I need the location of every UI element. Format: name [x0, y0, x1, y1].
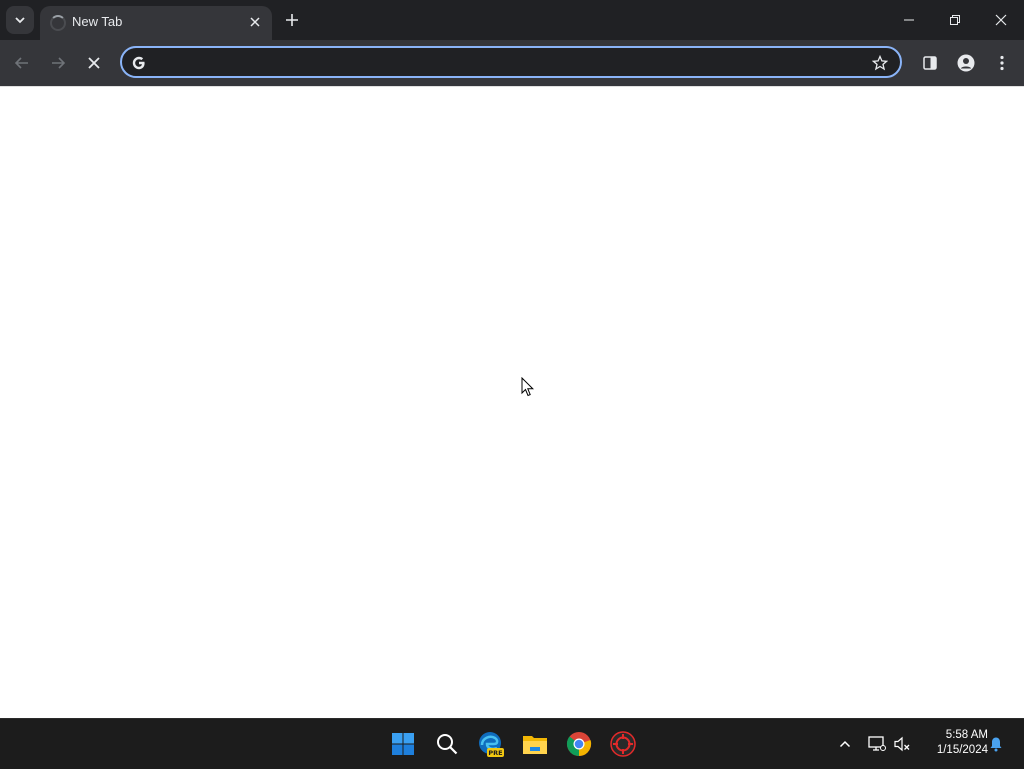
stop-loading-button[interactable]	[78, 47, 110, 79]
taskbar: PRE 5:58 AM 1/15/2024	[0, 718, 1024, 769]
mouse-cursor-icon	[521, 377, 535, 397]
side-panel-button[interactable]	[914, 47, 946, 79]
bell-icon	[990, 737, 1002, 752]
restore-button[interactable]	[932, 0, 978, 40]
notifications-button[interactable]	[985, 733, 1007, 755]
app-icon	[610, 731, 636, 757]
close-window-button[interactable]	[978, 0, 1024, 40]
close-tab-button[interactable]	[246, 13, 264, 31]
bookmark-button[interactable]	[870, 53, 890, 73]
windows-logo-icon	[392, 733, 414, 755]
volume-muted-icon	[894, 736, 910, 752]
stop-x-icon	[88, 57, 100, 69]
tab-strip: New Tab	[0, 0, 1024, 40]
chevron-up-icon	[839, 740, 851, 748]
forward-button[interactable]	[42, 47, 74, 79]
kebab-menu-icon	[1000, 55, 1004, 71]
tab-new-tab[interactable]: New Tab	[40, 6, 272, 40]
edge-preview-icon: PRE	[479, 732, 504, 757]
chrome-menu-button[interactable]	[986, 47, 1018, 79]
back-button[interactable]	[6, 47, 38, 79]
network-icon	[868, 736, 886, 751]
system-clock[interactable]: 5:58 AM 1/15/2024	[918, 728, 988, 758]
chrome-icon	[566, 732, 592, 756]
red-app[interactable]	[607, 728, 639, 760]
chevron-down-icon	[15, 17, 25, 24]
minimize-button[interactable]	[886, 0, 932, 40]
close-icon	[995, 14, 1007, 26]
chrome-app[interactable]	[563, 728, 595, 760]
taskbar-search-button[interactable]	[431, 728, 463, 760]
edge-preview-badge: PRE	[488, 749, 502, 757]
search-icon	[437, 734, 458, 755]
file-explorer-app[interactable]	[519, 728, 551, 760]
network-status-button[interactable]	[866, 733, 888, 755]
google-g-icon	[130, 54, 148, 72]
tab-title: New Tab	[72, 14, 123, 29]
tab-search-button[interactable]	[6, 6, 34, 34]
plus-icon	[286, 14, 298, 26]
arrow-left-icon	[14, 57, 28, 69]
arrow-right-icon	[52, 57, 66, 69]
volume-button[interactable]	[891, 733, 913, 755]
page-viewport[interactable]	[0, 86, 1024, 719]
side-panel-icon	[923, 56, 937, 70]
clock-time: 5:58 AM	[945, 729, 988, 741]
edge-preview-app[interactable]: PRE	[475, 728, 507, 760]
address-bar[interactable]	[120, 46, 902, 78]
restore-icon	[950, 15, 960, 25]
close-icon	[250, 17, 260, 27]
star-icon	[872, 55, 888, 71]
new-tab-button[interactable]	[280, 8, 304, 32]
profile-button[interactable]	[950, 47, 982, 79]
omnibox-input[interactable]	[156, 52, 860, 74]
show-hidden-icons-button[interactable]	[834, 733, 856, 755]
minimize-icon	[904, 19, 914, 21]
clock-date: 1/15/2024	[936, 744, 988, 756]
folder-icon	[523, 736, 547, 754]
profile-icon	[957, 54, 975, 72]
start-button[interactable]	[387, 728, 419, 760]
loading-spinner-icon	[50, 15, 66, 31]
browser-toolbar	[0, 40, 1024, 86]
